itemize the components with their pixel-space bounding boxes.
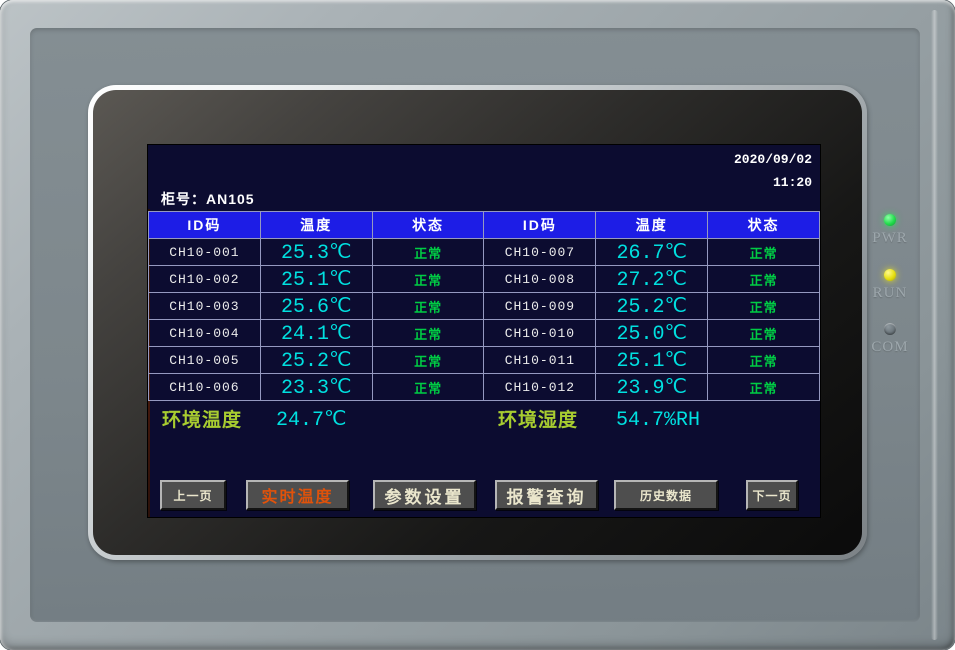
channel-id-cell: CH10-007 bbox=[484, 239, 596, 266]
nav-button-param-settings[interactable]: 参数设置 bbox=[373, 480, 476, 510]
ambient-humidity-label: 环境湿度 bbox=[498, 408, 578, 434]
channel-id-cell: CH10-010 bbox=[484, 320, 596, 347]
status-cell: 正常 bbox=[708, 320, 820, 347]
temperature-cell: 25.0℃ bbox=[596, 320, 708, 347]
run-led-label: RUN bbox=[866, 285, 914, 302]
screen-glass: 2020/09/02 11:20 柜号：AN105 ID码温度状态ID码温度状态… bbox=[93, 90, 862, 555]
led-indicator-run: RUN bbox=[866, 269, 914, 302]
column-header: 温度 bbox=[596, 212, 708, 239]
led-indicator-com: COM bbox=[866, 323, 914, 356]
screen-glass-ring: 2020/09/02 11:20 柜号：AN105 ID码温度状态ID码温度状态… bbox=[88, 85, 867, 560]
status-cell: 正常 bbox=[372, 239, 484, 266]
com-led-label: COM bbox=[866, 339, 914, 356]
table-row: CH10-00325.6℃正常CH10-00925.2℃正常 bbox=[149, 293, 820, 320]
ambient-humidity-value: 54.7%RH bbox=[616, 408, 700, 434]
table-row: CH10-00623.3℃正常CH10-01223.9℃正常 bbox=[149, 374, 820, 401]
ambient-temp-label: 环境温度 bbox=[162, 408, 242, 434]
nav-button-realtime-temp[interactable]: 实时温度 bbox=[246, 480, 349, 510]
hmi-device-frame: 2020/09/02 11:20 柜号：AN105 ID码温度状态ID码温度状态… bbox=[0, 0, 955, 650]
datetime-display: 2020/09/02 11:20 bbox=[734, 148, 812, 194]
status-cell: 正常 bbox=[708, 347, 820, 374]
status-cell: 正常 bbox=[372, 347, 484, 374]
column-header: 状态 bbox=[372, 212, 484, 239]
channel-id-cell: CH10-006 bbox=[149, 374, 261, 401]
channel-table: ID码温度状态ID码温度状态 CH10-00125.3℃正常CH10-00726… bbox=[148, 211, 820, 401]
channel-id-cell: CH10-009 bbox=[484, 293, 596, 320]
channel-id-cell: CH10-004 bbox=[149, 320, 261, 347]
temperature-cell: 25.1℃ bbox=[260, 266, 372, 293]
column-header: 温度 bbox=[260, 212, 372, 239]
nav-button-alarm-query[interactable]: 报警查询 bbox=[495, 480, 598, 510]
table-header-row: ID码温度状态ID码温度状态 bbox=[149, 212, 820, 239]
table-row: CH10-00424.1℃正常CH10-01025.0℃正常 bbox=[149, 320, 820, 347]
table-body: CH10-00125.3℃正常CH10-00726.7℃正常CH10-00225… bbox=[149, 239, 820, 401]
nav-button-next-page[interactable]: 下一页 bbox=[746, 480, 798, 510]
channel-id-cell: CH10-002 bbox=[149, 266, 261, 293]
nav-button-history-data[interactable]: 历史数据 bbox=[614, 480, 718, 510]
status-cell: 正常 bbox=[372, 293, 484, 320]
table-row: CH10-00225.1℃正常CH10-00827.2℃正常 bbox=[149, 266, 820, 293]
temperature-cell: 25.6℃ bbox=[260, 293, 372, 320]
status-cell: 正常 bbox=[708, 374, 820, 401]
channel-id-cell: CH10-001 bbox=[149, 239, 261, 266]
time-text: 11:20 bbox=[734, 171, 812, 194]
pwr-led-label: PWR bbox=[866, 230, 914, 247]
channel-id-cell: CH10-005 bbox=[149, 347, 261, 374]
temperature-cell: 27.2℃ bbox=[596, 266, 708, 293]
channel-id-cell: CH10-008 bbox=[484, 266, 596, 293]
led-block: PWR RUN COM bbox=[866, 214, 914, 356]
temperature-cell: 25.3℃ bbox=[260, 239, 372, 266]
column-header: ID码 bbox=[149, 212, 261, 239]
status-cell: 正常 bbox=[708, 266, 820, 293]
lcd-screen: 2020/09/02 11:20 柜号：AN105 ID码温度状态ID码温度状态… bbox=[148, 145, 820, 517]
status-cell: 正常 bbox=[708, 293, 820, 320]
column-header: ID码 bbox=[484, 212, 596, 239]
temperature-cell: 26.7℃ bbox=[596, 239, 708, 266]
temperature-cell: 25.1℃ bbox=[596, 347, 708, 374]
ambient-temp-value: 24.7℃ bbox=[276, 408, 346, 434]
temperature-cell: 24.1℃ bbox=[260, 320, 372, 347]
status-cell: 正常 bbox=[372, 320, 484, 347]
table-row: CH10-00125.3℃正常CH10-00726.7℃正常 bbox=[149, 239, 820, 266]
cabinet-number-label: 柜号：AN105 bbox=[161, 189, 255, 209]
date-text: 2020/09/02 bbox=[734, 148, 812, 171]
com-led-icon bbox=[884, 323, 896, 335]
channel-id-cell: CH10-003 bbox=[149, 293, 261, 320]
temperature-cell: 23.3℃ bbox=[260, 374, 372, 401]
column-header: 状态 bbox=[708, 212, 820, 239]
nav-button-prev-page[interactable]: 上一页 bbox=[160, 480, 226, 510]
status-cell: 正常 bbox=[708, 239, 820, 266]
led-indicator-pwr: PWR bbox=[866, 214, 914, 247]
temperature-cell: 23.9℃ bbox=[596, 374, 708, 401]
channel-id-cell: CH10-011 bbox=[484, 347, 596, 374]
channel-id-cell: CH10-012 bbox=[484, 374, 596, 401]
temperature-cell: 25.2℃ bbox=[596, 293, 708, 320]
temperature-cell: 25.2℃ bbox=[260, 347, 372, 374]
status-cell: 正常 bbox=[372, 266, 484, 293]
run-led-icon bbox=[884, 269, 896, 281]
ambient-readout: 环境温度 24.7℃ 环境湿度 54.7%RH bbox=[148, 408, 820, 434]
pwr-led-icon bbox=[884, 214, 896, 226]
status-cell: 正常 bbox=[372, 374, 484, 401]
table-row: CH10-00525.2℃正常CH10-01125.1℃正常 bbox=[149, 347, 820, 374]
